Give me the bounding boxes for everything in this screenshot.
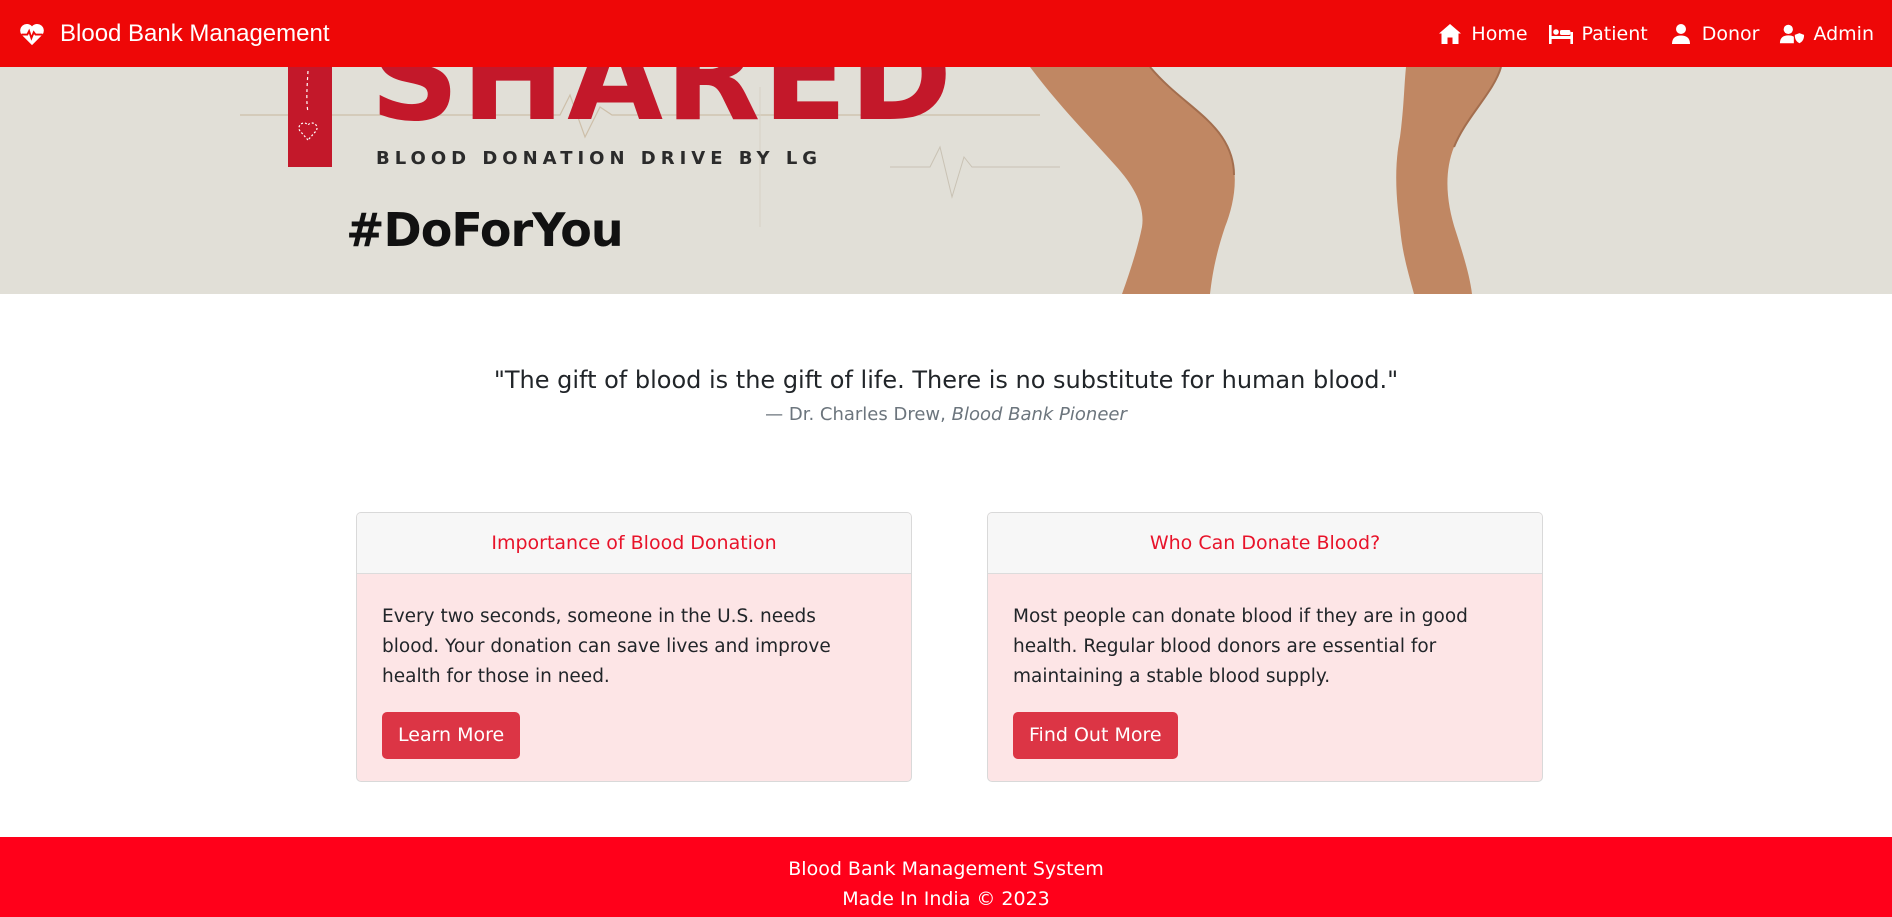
quote-author-name: — Dr. Charles Drew,	[765, 404, 952, 425]
quote-author-title: Blood Bank Pioneer	[951, 404, 1127, 425]
brand-link[interactable]: Blood Bank Management	[18, 20, 330, 48]
nav-donor-label: Donor	[1701, 22, 1760, 45]
card-body: Most people can donate blood if they are…	[988, 574, 1542, 759]
hero-subline: BLOOD DONATION DRIVE BY LG	[376, 148, 823, 169]
bed-icon	[1548, 22, 1574, 46]
nav-home-label: Home	[1471, 22, 1528, 45]
nav-patient-label: Patient	[1581, 22, 1648, 45]
card-body: Every two seconds, someone in the U.S. n…	[357, 574, 911, 759]
card-text: Every two seconds, someone in the U.S. n…	[382, 606, 831, 687]
user-icon	[1668, 22, 1694, 46]
hero-banner: SHARED BLOOD DONATION DRIVE BY LG #DoFor…	[0, 67, 1892, 294]
learn-more-button[interactable]: Learn More	[382, 712, 521, 759]
card-title: Importance of Blood Donation	[357, 513, 911, 574]
footer: Blood Bank Management System Made In Ind…	[0, 837, 1892, 917]
nav-admin-label: Admin	[1813, 22, 1874, 45]
footer-system-name: Blood Bank Management System	[788, 858, 1104, 880]
nav-donor[interactable]: Donor	[1668, 22, 1760, 46]
nav-patient[interactable]: Patient	[1548, 22, 1648, 46]
navbar: Blood Bank Management Home Patient Donor…	[0, 0, 1892, 67]
hero-hashtag: #DoForYou	[346, 203, 624, 257]
nav-home[interactable]: Home	[1437, 22, 1528, 46]
brand-title: Blood Bank Management	[60, 19, 330, 47]
left-hand-image	[1030, 67, 1235, 294]
find-out-more-button[interactable]: Find Out More	[1013, 712, 1178, 759]
quote-section: "The gift of blood is the gift of life. …	[0, 366, 1892, 425]
home-icon	[1437, 22, 1463, 46]
heart-pulse-icon	[18, 20, 46, 48]
footer-copyright: Made In India © 2023	[842, 888, 1050, 910]
hero-headline: SHARED	[370, 67, 955, 149]
card-title: Who Can Donate Blood?	[988, 513, 1542, 574]
card-text: Most people can donate blood if they are…	[1013, 606, 1468, 687]
card-importance: Importance of Blood Donation Every two s…	[356, 512, 912, 782]
nav-links: Home Patient Donor Admin	[1417, 0, 1874, 67]
user-shield-icon	[1779, 22, 1805, 46]
nav-admin[interactable]: Admin	[1779, 22, 1874, 46]
card-who-can-donate: Who Can Donate Blood? Most people can do…	[987, 512, 1543, 782]
blood-drop-ribbon-graphic	[288, 67, 332, 167]
quote-author: — Dr. Charles Drew, Blood Bank Pioneer	[0, 404, 1892, 425]
quote-text: "The gift of blood is the gift of life. …	[493, 366, 1399, 394]
right-hand-image	[1396, 67, 1636, 294]
